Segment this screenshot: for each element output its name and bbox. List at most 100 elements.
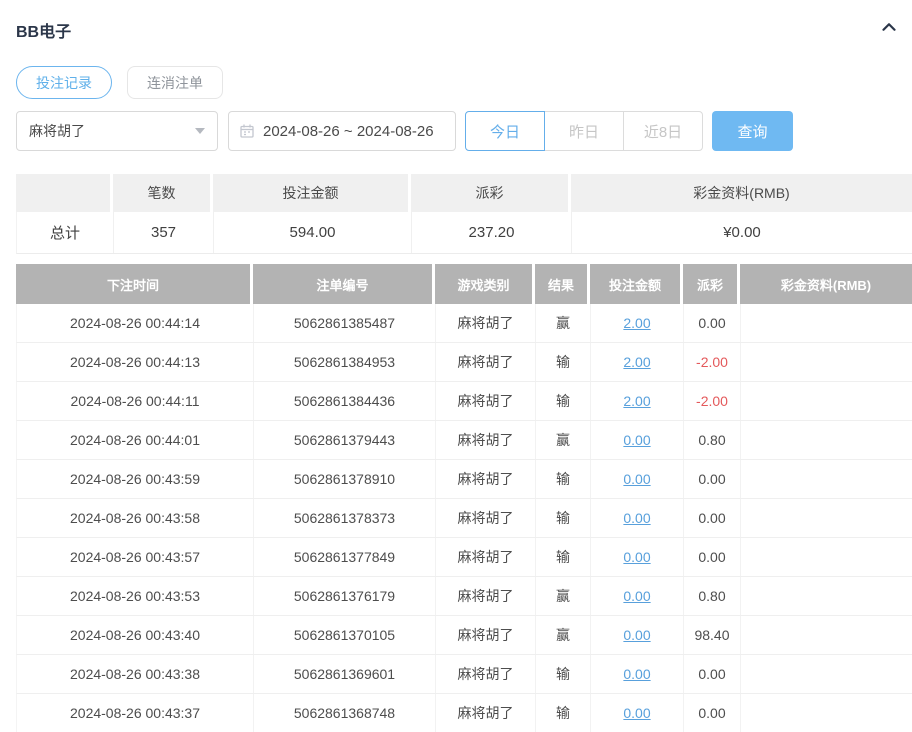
quick-date-button[interactable]: 今日 (465, 111, 545, 151)
cell-game-type: 麻将胡了 (436, 616, 536, 654)
summary-total-row: 总计 357 594.00 237.20 ¥0.00 (16, 212, 912, 254)
cell-result: 输 (536, 343, 591, 381)
cell-payout: 0.00 (684, 499, 741, 537)
table-row: 2024-08-26 00:43:38 5062861369601 麻将胡了 输… (16, 655, 912, 694)
summary-table: 笔数 投注金额 派彩 彩金资料(RMB) 总计 357 594.00 237.2… (16, 174, 912, 254)
cell-bet-amount: 2.00 (591, 382, 684, 420)
date-range-picker[interactable]: 2024-08-26 ~ 2024-08-26 (228, 111, 456, 151)
cell-jackpot (741, 538, 912, 576)
cell-bet-amount: 2.00 (591, 343, 684, 381)
bet-amount-link[interactable]: 0.00 (623, 705, 650, 721)
bet-amount-link[interactable]: 0.00 (623, 510, 650, 526)
cell-result: 赢 (536, 304, 591, 342)
cell-bet-amount: 0.00 (591, 421, 684, 459)
cell-jackpot (741, 499, 912, 537)
summary-header-cell (16, 174, 113, 212)
table-row: 2024-08-26 00:44:01 5062861379443 麻将胡了 赢… (16, 421, 912, 460)
bet-amount-link[interactable]: 2.00 (623, 354, 650, 370)
cell-bet-amount: 0.00 (591, 460, 684, 498)
payout-value: 0.00 (698, 315, 725, 331)
summary-total-label: 总计 (17, 212, 114, 253)
cell-bet-time: 2024-08-26 00:43:59 (17, 460, 254, 498)
cell-game-type: 麻将胡了 (436, 382, 536, 420)
cell-payout: 0.00 (684, 538, 741, 576)
table-row: 2024-08-26 00:43:57 5062861377849 麻将胡了 输… (16, 538, 912, 577)
bet-amount-link[interactable]: 0.00 (623, 471, 650, 487)
cell-bet-amount: 0.00 (591, 577, 684, 615)
table-row: 2024-08-26 00:43:58 5062861378373 麻将胡了 输… (16, 499, 912, 538)
summary-header-cell: 彩金资料(RMB) (571, 174, 912, 212)
records-header-cell: 结果 (535, 264, 590, 304)
cell-bet-time: 2024-08-26 00:44:13 (17, 343, 254, 381)
cell-bet-amount: 2.00 (591, 304, 684, 342)
cell-payout: 0.00 (684, 460, 741, 498)
quick-date-button[interactable]: 昨日 (544, 111, 624, 151)
bet-amount-link[interactable]: 0.00 (623, 432, 650, 448)
table-row: 2024-08-26 00:44:14 5062861385487 麻将胡了 赢… (16, 304, 912, 343)
cell-result: 输 (536, 382, 591, 420)
quick-date-group: 今日 昨日 近8日 (465, 111, 703, 151)
cell-bet-time: 2024-08-26 00:43:37 (17, 694, 254, 732)
cell-result: 赢 (536, 421, 591, 459)
cell-game-type: 麻将胡了 (436, 304, 536, 342)
cell-payout: 0.80 (684, 421, 741, 459)
records-header-cell: 游戏类别 (435, 264, 535, 304)
cell-bet-amount: 0.00 (591, 538, 684, 576)
cell-payout: -2.00 (684, 382, 741, 420)
bet-amount-link[interactable]: 0.00 (623, 666, 650, 682)
page-title: BB电子 (16, 18, 71, 42)
cell-bet-amount: 0.00 (591, 694, 684, 732)
table-row: 2024-08-26 00:43:59 5062861378910 麻将胡了 输… (16, 460, 912, 499)
tab-bar: 投注记录 连消注单 (16, 66, 896, 99)
cell-payout: 98.40 (684, 616, 741, 654)
caret-down-icon (195, 128, 205, 134)
payout-value: 0.80 (698, 588, 725, 604)
cell-order-no: 5062861378373 (254, 499, 436, 537)
cell-bet-time: 2024-08-26 00:43:40 (17, 616, 254, 654)
cell-bet-time: 2024-08-26 00:43:58 (17, 499, 254, 537)
cell-game-type: 麻将胡了 (436, 577, 536, 615)
cell-payout: 0.80 (684, 577, 741, 615)
summary-payout: 237.20 (412, 212, 572, 253)
table-row: 2024-08-26 00:43:53 5062861376179 麻将胡了 赢… (16, 577, 912, 616)
game-select[interactable]: 麻将胡了 (16, 111, 218, 151)
cell-order-no: 5062861384953 (254, 343, 436, 381)
cell-bet-amount: 0.00 (591, 655, 684, 693)
bet-amount-link[interactable]: 0.00 (623, 627, 650, 643)
cell-order-no: 5062861369601 (254, 655, 436, 693)
cell-order-no: 5062861379443 (254, 421, 436, 459)
payout-value: -2.00 (696, 393, 728, 409)
table-row: 2024-08-26 00:44:11 5062861384436 麻将胡了 输… (16, 382, 912, 421)
summary-count: 357 (114, 212, 214, 253)
cell-result: 赢 (536, 577, 591, 615)
records-table: 下注时间 注单编号 游戏类别 结果 投注金额 派彩 彩金资料(RMB) 2024… (16, 264, 912, 732)
calendar-icon (239, 123, 255, 139)
tab[interactable]: 投注记录 (16, 66, 112, 99)
summary-header-cell: 投注金额 (213, 174, 411, 212)
cell-order-no: 5062861384436 (254, 382, 436, 420)
betting-records-panel: BB电子 投注记录 连消注单 麻将胡了 2024-08-26 (0, 0, 912, 732)
payout-value: -2.00 (696, 354, 728, 370)
bet-amount-link[interactable]: 0.00 (623, 549, 650, 565)
records-header-row: 下注时间 注单编号 游戏类别 结果 投注金额 派彩 彩金资料(RMB) (16, 264, 912, 304)
records-header-cell: 注单编号 (253, 264, 435, 304)
tab[interactable]: 连消注单 (127, 66, 223, 99)
payout-value: 0.00 (698, 666, 725, 682)
cell-bet-time: 2024-08-26 00:44:11 (17, 382, 254, 420)
summary-header-cell: 笔数 (113, 174, 213, 212)
records-header-cell: 派彩 (683, 264, 740, 304)
cell-result: 输 (536, 538, 591, 576)
bet-amount-link[interactable]: 2.00 (623, 315, 650, 331)
cell-game-type: 麻将胡了 (436, 655, 536, 693)
bet-amount-link[interactable]: 2.00 (623, 393, 650, 409)
bet-amount-link[interactable]: 0.00 (623, 588, 650, 604)
cell-payout: 0.00 (684, 304, 741, 342)
summary-bet-amount: 594.00 (214, 212, 412, 253)
search-button[interactable]: 查询 (712, 111, 793, 151)
cell-jackpot (741, 577, 912, 615)
quick-date-button[interactable]: 近8日 (623, 111, 703, 151)
payout-value: 0.00 (698, 549, 725, 565)
collapse-button[interactable] (876, 14, 902, 40)
chevron-up-icon (878, 16, 900, 38)
cell-bet-amount: 0.00 (591, 499, 684, 537)
